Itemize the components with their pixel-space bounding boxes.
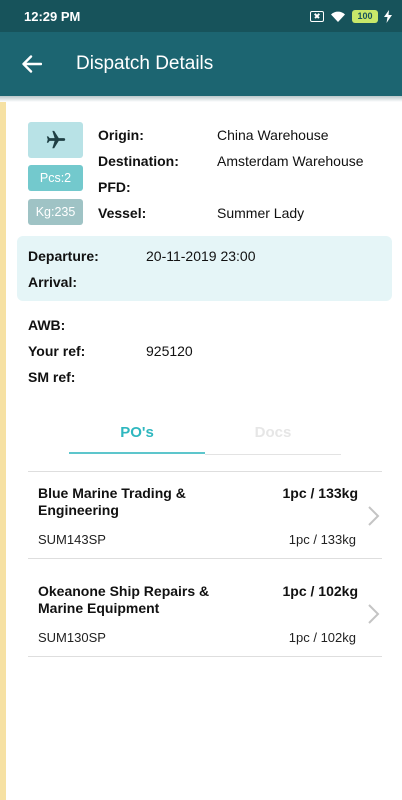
arrival-label: Arrival: [28, 274, 78, 290]
pfd-label: PFD: [98, 179, 131, 195]
vessel-label: Vessel: [98, 205, 147, 221]
back-button[interactable] [4, 32, 60, 96]
pieces-badge: Pcs:2 [28, 165, 83, 191]
charging-icon [384, 9, 392, 23]
weight-badge: Kg:235 [28, 199, 83, 225]
origin-value: China Warehouse [217, 127, 329, 143]
po-code: SUM143SP [38, 532, 106, 547]
notification-x-icon [310, 10, 324, 22]
awb-label: AWB: [28, 317, 66, 333]
tab-docs[interactable]: Docs [205, 410, 341, 454]
your-ref-label: Your ref: [28, 343, 86, 359]
arrow-left-icon [22, 55, 42, 73]
wifi-icon [331, 11, 345, 22]
list-item[interactable]: Blue Marine Trading & Engineering 1pc / … [28, 472, 382, 558]
sm-ref-label: SM ref: [28, 369, 76, 385]
vessel-value: Summer Lady [217, 205, 305, 221]
list-divider [28, 656, 382, 657]
tab-indicator-inactive [205, 454, 341, 455]
airplane-icon [46, 130, 65, 149]
app-bar: Dispatch Details [0, 32, 402, 96]
tab-pos[interactable]: PO's [69, 410, 205, 454]
status-time: 12:29 PM [24, 8, 81, 24]
destination-label: Destination: [98, 153, 179, 169]
list-divider [28, 558, 382, 559]
destination-value: Amsterdam Warehouse [217, 153, 364, 169]
status-bar: 12:29 PM 100 [0, 0, 402, 32]
po-quantity: 1pc / 102kg [288, 630, 356, 645]
battery-icon: 100 [352, 9, 378, 23]
origin-label: Origin: [98, 127, 144, 143]
departure-label: Departure: [28, 248, 99, 264]
po-quantity-summary: 1pc / 133kg [282, 485, 359, 501]
departure-value: 20-11-2019 23:00 [146, 248, 256, 264]
po-quantity-summary: 1pc / 102kg [282, 583, 359, 599]
your-ref-value: 925120 [146, 343, 193, 359]
po-code: SUM130SP [38, 630, 106, 645]
po-supplier-name: Blue Marine Trading & Engineering [38, 485, 186, 518]
schedule-panel [17, 236, 392, 301]
po-quantity: 1pc / 133kg [288, 532, 356, 547]
chevron-right-icon [368, 604, 380, 624]
tab-indicator-active [69, 452, 205, 454]
transport-mode-tile [28, 122, 83, 158]
app-bar-shadow [0, 96, 402, 102]
page-title: Dispatch Details [76, 53, 214, 74]
status-icons: 100 [310, 9, 392, 23]
po-supplier-name: Okeanone Ship Repairs & Marine Equipment [38, 583, 210, 616]
list-item[interactable]: Okeanone Ship Repairs & Marine Equipment… [28, 570, 382, 656]
chevron-right-icon [368, 506, 380, 526]
status-stripe [0, 102, 6, 800]
